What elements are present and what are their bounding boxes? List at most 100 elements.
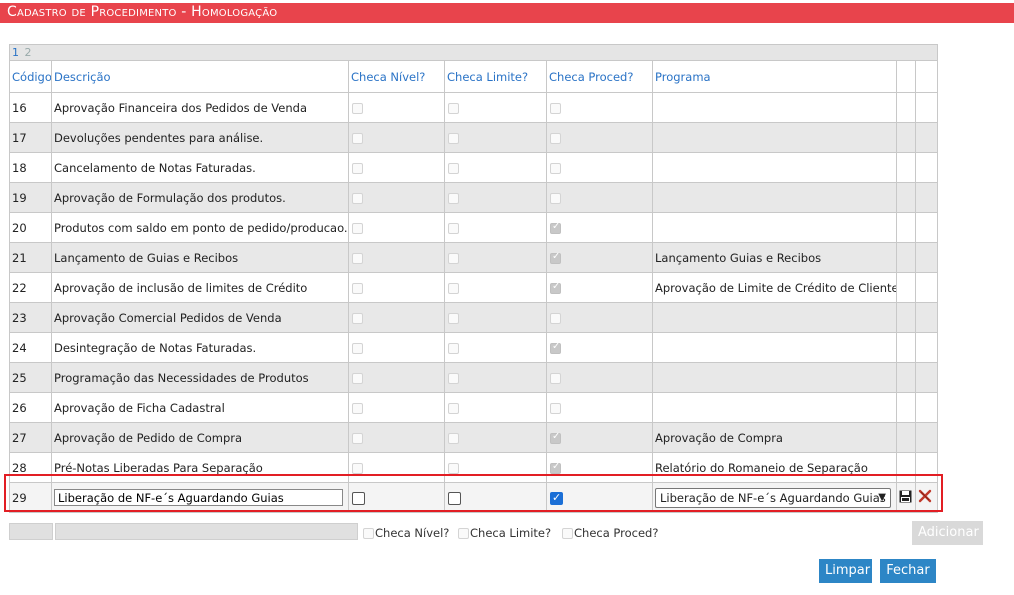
row-programa bbox=[652, 362, 897, 393]
programa-select[interactable]: Liberação de NF-e´s Aguardando Guias ▼ bbox=[655, 487, 891, 508]
row-action-2 bbox=[915, 452, 938, 483]
row-descricao: Aprovação de inclusão de limites de Créd… bbox=[51, 272, 349, 303]
row-checa-limite-cell bbox=[444, 152, 547, 183]
table-row[interactable]: 24 Desintegração de Notas Faturadas. bbox=[9, 332, 938, 363]
header-checa-proced[interactable]: Checa Proced? bbox=[546, 60, 653, 93]
edit-checa-proced-cell bbox=[546, 482, 653, 513]
row-checa-nivel-checkbox bbox=[352, 222, 363, 234]
new-checa-limite-checkbox[interactable] bbox=[458, 527, 469, 539]
edit-descricao-cell bbox=[51, 482, 349, 513]
new-checa-limite[interactable]: Checa Limite? bbox=[457, 526, 551, 540]
row-programa bbox=[652, 92, 897, 123]
page-link-1[interactable]: 1 bbox=[12, 46, 19, 59]
row-descricao: Aprovação Financeira dos Pedidos de Vend… bbox=[51, 92, 349, 123]
table-row[interactable]: 26 Aprovação de Ficha Cadastral bbox=[9, 392, 938, 423]
table-row[interactable]: 16 Aprovação Financeira dos Pedidos de Ve… bbox=[9, 92, 938, 123]
row-descricao: Produtos com saldo em ponto de pedido/pr… bbox=[51, 212, 349, 243]
row-checa-nivel-cell bbox=[348, 92, 445, 123]
row-checa-proced-checkbox bbox=[550, 132, 561, 144]
row-checa-limite-cell bbox=[444, 242, 547, 273]
table-row[interactable]: 25 Programação das Necessidades de Produt… bbox=[9, 362, 938, 393]
table-row[interactable]: 17 Devoluções pendentes para análise. bbox=[9, 122, 938, 153]
table-row[interactable]: 28Pré-Notas Liberadas Para Separação Rela… bbox=[9, 452, 938, 483]
row-checa-proced-checkbox bbox=[550, 221, 561, 234]
row-checa-limite-checkbox bbox=[448, 402, 459, 414]
new-checa-proced-label: Checa Proced? bbox=[574, 526, 659, 540]
header-programa[interactable]: Programa bbox=[652, 60, 897, 93]
edit-programa-cell: Liberação de NF-e´s Aguardando Guias ▼ bbox=[652, 482, 897, 513]
row-checa-nivel-checkbox bbox=[352, 312, 363, 324]
row-codigo: 28 bbox=[9, 452, 52, 483]
edit-row: 29 Liberação de NF-e´s Aguardando Guias▼ bbox=[9, 482, 938, 513]
row-codigo: 22 bbox=[9, 272, 52, 303]
header-codigo[interactable]: Código bbox=[9, 60, 52, 93]
row-programa bbox=[652, 152, 897, 183]
table-row[interactable]: 18 Cancelamento de Notas Faturadas. bbox=[9, 152, 938, 183]
table-row[interactable]: 23 Aprovação Comercial Pedidos de Venda bbox=[9, 302, 938, 333]
floppy-disk-icon[interactable] bbox=[899, 490, 912, 506]
row-checa-nivel-checkbox bbox=[352, 372, 363, 384]
row-descricao: Pré-Notas Liberadas Para Separação bbox=[51, 452, 349, 483]
header-checa-limite[interactable]: Checa Limite? bbox=[444, 60, 547, 93]
programa-select-value: Liberação de NF-e´s Aguardando Guias bbox=[660, 490, 886, 505]
row-checa-limite-checkbox bbox=[448, 462, 459, 474]
row-checa-nivel-checkbox bbox=[352, 342, 363, 354]
row-checa-limite-cell bbox=[444, 452, 547, 483]
page-title-bar: Cadastro de Procedimento - Homologação bbox=[0, 3, 1014, 23]
edit-descricao-input[interactable] bbox=[54, 489, 343, 506]
new-checa-nivel[interactable]: Checa Nível? bbox=[362, 526, 449, 540]
table-row[interactable]: 20 Produtos com saldo em ponto de pedido/… bbox=[9, 212, 938, 243]
row-action-1 bbox=[896, 272, 916, 303]
page-link-2[interactable]: 2 bbox=[25, 46, 32, 59]
edit-checa-nivel-checkbox[interactable] bbox=[352, 491, 365, 505]
row-checa-limite-checkbox bbox=[448, 312, 459, 324]
table-row[interactable]: 22 Aprovação de inclusão de limites de Cr… bbox=[9, 272, 938, 303]
row-programa: Aprovação de Limite de Crédito de Client… bbox=[652, 272, 897, 303]
row-action-2 bbox=[915, 242, 938, 273]
edit-checa-limite-checkbox[interactable] bbox=[448, 491, 461, 505]
row-descricao: Cancelamento de Notas Faturadas. bbox=[51, 152, 349, 183]
clear-button[interactable]: Limpar bbox=[819, 559, 872, 583]
new-checa-proced-checkbox[interactable] bbox=[562, 527, 573, 539]
row-programa bbox=[652, 392, 897, 423]
row-descricao: Aprovação de Formulação dos produtos. bbox=[51, 182, 349, 213]
row-descricao: Desintegração de Notas Faturadas. bbox=[51, 332, 349, 363]
close-button[interactable]: Fechar bbox=[880, 559, 936, 583]
row-action-2 bbox=[915, 272, 938, 303]
table-row[interactable]: 27Aprovação de Pedido de Compra Aprovação… bbox=[9, 422, 938, 453]
x-delete-icon[interactable] bbox=[918, 489, 932, 506]
row-checa-proced-cell bbox=[546, 332, 653, 363]
row-checa-limite-checkbox bbox=[448, 342, 459, 354]
table-row[interactable]: 21Lançamento de Guias e Recibos Lançament… bbox=[9, 242, 938, 273]
new-checa-proced[interactable]: Checa Proced? bbox=[561, 526, 658, 540]
header-checa-nivel[interactable]: Checa Nível? bbox=[348, 60, 445, 93]
row-action-2 bbox=[915, 392, 938, 423]
row-checa-nivel-checkbox bbox=[352, 102, 363, 114]
row-checa-nivel-cell bbox=[348, 452, 445, 483]
row-checa-limite-cell bbox=[444, 182, 547, 213]
header-descricao[interactable]: Descrição bbox=[51, 60, 349, 93]
edit-checa-proced-checkbox[interactable] bbox=[550, 491, 563, 505]
row-checa-limite-cell bbox=[444, 392, 547, 423]
row-checa-limite-cell bbox=[444, 92, 547, 123]
row-checa-nivel-checkbox bbox=[352, 432, 363, 444]
add-button[interactable]: Adicionar bbox=[912, 521, 983, 545]
row-checa-proced-cell bbox=[546, 452, 653, 483]
new-checa-nivel-checkbox[interactable] bbox=[363, 527, 374, 539]
header-action-1 bbox=[896, 60, 916, 93]
row-checa-limite-checkbox bbox=[448, 162, 459, 174]
row-checa-limite-cell bbox=[444, 332, 547, 363]
row-checa-proced-cell bbox=[546, 302, 653, 333]
row-descricao: Devoluções pendentes para análise. bbox=[51, 122, 349, 153]
row-checa-limite-cell bbox=[444, 422, 547, 453]
row-checa-proced-checkbox bbox=[550, 312, 561, 324]
pager-row: 1 2 bbox=[9, 44, 938, 61]
row-action-2 bbox=[915, 152, 938, 183]
new-checa-limite-label: Checa Limite? bbox=[470, 526, 552, 540]
row-codigo: 20 bbox=[9, 212, 52, 243]
new-codigo-field[interactable] bbox=[9, 523, 53, 540]
row-action-2 bbox=[915, 212, 938, 243]
new-descricao-field[interactable] bbox=[55, 523, 358, 540]
table-row[interactable]: 19 Aprovação de Formulação dos produtos. bbox=[9, 182, 938, 213]
row-action-2 bbox=[915, 302, 938, 333]
